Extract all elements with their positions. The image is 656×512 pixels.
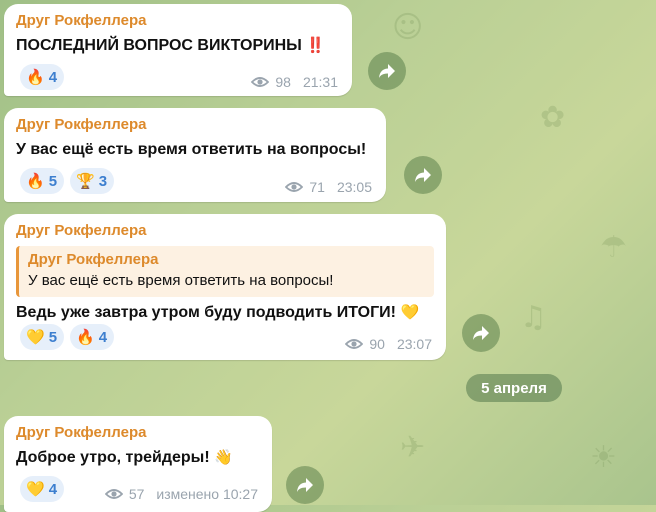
quote-text: У вас ещё есть время ответить на вопросы…: [28, 272, 334, 289]
forward-arrow-icon: [415, 168, 431, 182]
eye-icon: [345, 338, 364, 350]
message-text: Ведь уже завтра утром буду подводить ИТО…: [16, 303, 420, 321]
forward-button[interactable]: [404, 156, 442, 194]
message-time: 21:31: [302, 74, 338, 90]
eye-icon: [104, 488, 123, 500]
eye-icon: [285, 181, 304, 193]
eye-icon: [251, 76, 270, 88]
reaction-fire[interactable]: 🔥 4: [20, 64, 65, 90]
view-count: 98: [275, 74, 291, 90]
waving-hand-emoji: 👋: [214, 448, 233, 466]
view-count: 90: [369, 336, 385, 352]
message-sender[interactable]: Друг Рокфеллера: [16, 222, 434, 240]
reaction-yellow-heart[interactable]: 💛 4: [20, 476, 65, 502]
fire-icon: 🔥: [76, 327, 95, 346]
reaction-trophy[interactable]: 🏆 3: [70, 168, 115, 194]
trophy-icon: 🏆: [76, 171, 95, 190]
background-doodle-icon: ☀: [590, 440, 617, 475]
yellow-heart-icon: 💛: [26, 327, 45, 346]
reaction-count: 5: [48, 328, 58, 346]
forward-arrow-icon: [379, 64, 395, 78]
message-sender[interactable]: Друг Рокфеллера: [16, 424, 260, 442]
message-text: У вас ещё есть время ответить на вопросы…: [16, 141, 367, 158]
message-time: изменено 10:27: [156, 486, 258, 502]
view-count: 57: [128, 486, 145, 502]
background-doodle-icon: ☺: [392, 10, 424, 45]
message-text: ПОСЛЕДНИЙ ВОПРОС ВИКТОРИНЫ ‼️: [16, 36, 325, 54]
background-doodle-icon: ✿: [540, 100, 566, 135]
background-doodle-icon: ♫: [520, 300, 547, 335]
reply-quote[interactable]: Друг Рокфеллера У вас ещё есть время отв…: [16, 246, 434, 297]
yellow-heart-emoji: 💛: [400, 303, 420, 321]
message-sender[interactable]: Друг Рокфеллера: [16, 116, 374, 134]
forward-arrow-icon: [297, 478, 313, 492]
message-bubble[interactable]: Друг Рокфеллера ПОСЛЕДНИЙ ВОПРОС ВИКТОРИ…: [4, 4, 352, 96]
view-count: 71: [309, 179, 325, 195]
reaction-count: 3: [98, 172, 108, 190]
date-separator: 5 апреля: [466, 374, 562, 402]
message-bubble[interactable]: Друг Рокфеллера Доброе утро, трейдеры! 👋…: [4, 416, 272, 512]
quote-sender: Друг Рокфеллера: [28, 251, 159, 268]
fire-icon: 🔥: [26, 171, 45, 190]
forward-arrow-icon: [473, 326, 489, 340]
message-text: Доброе утро, трейдеры! 👋: [16, 448, 233, 466]
message-time: 23:05: [336, 179, 372, 195]
reaction-count: 4: [98, 328, 108, 346]
forward-button[interactable]: [368, 52, 406, 90]
forward-button[interactable]: [286, 466, 324, 504]
message-bubble[interactable]: Друг Рокфеллера У вас ещё есть время отв…: [4, 108, 386, 202]
message-time: 23:07: [396, 336, 432, 352]
reaction-count: 5: [48, 172, 58, 190]
forward-button[interactable]: [462, 314, 500, 352]
message-bubble[interactable]: Друг Рокфеллера Друг Рокфеллера У вас ещ…: [4, 214, 446, 360]
fire-icon: 🔥: [26, 67, 45, 86]
reaction-count: 4: [48, 68, 58, 86]
yellow-heart-icon: 💛: [26, 479, 45, 498]
background-doodle-icon: ✈: [400, 430, 426, 465]
reaction-fire[interactable]: 🔥 5: [20, 168, 65, 194]
double-exclamation-emoji: ‼️: [306, 36, 325, 54]
background-doodle-icon: ☂: [600, 230, 627, 265]
reaction-count: 4: [48, 480, 58, 498]
message-sender[interactable]: Друг Рокфеллера: [16, 12, 340, 30]
reaction-fire[interactable]: 🔥 4: [70, 324, 115, 350]
reaction-yellow-heart[interactable]: 💛 5: [20, 324, 65, 350]
